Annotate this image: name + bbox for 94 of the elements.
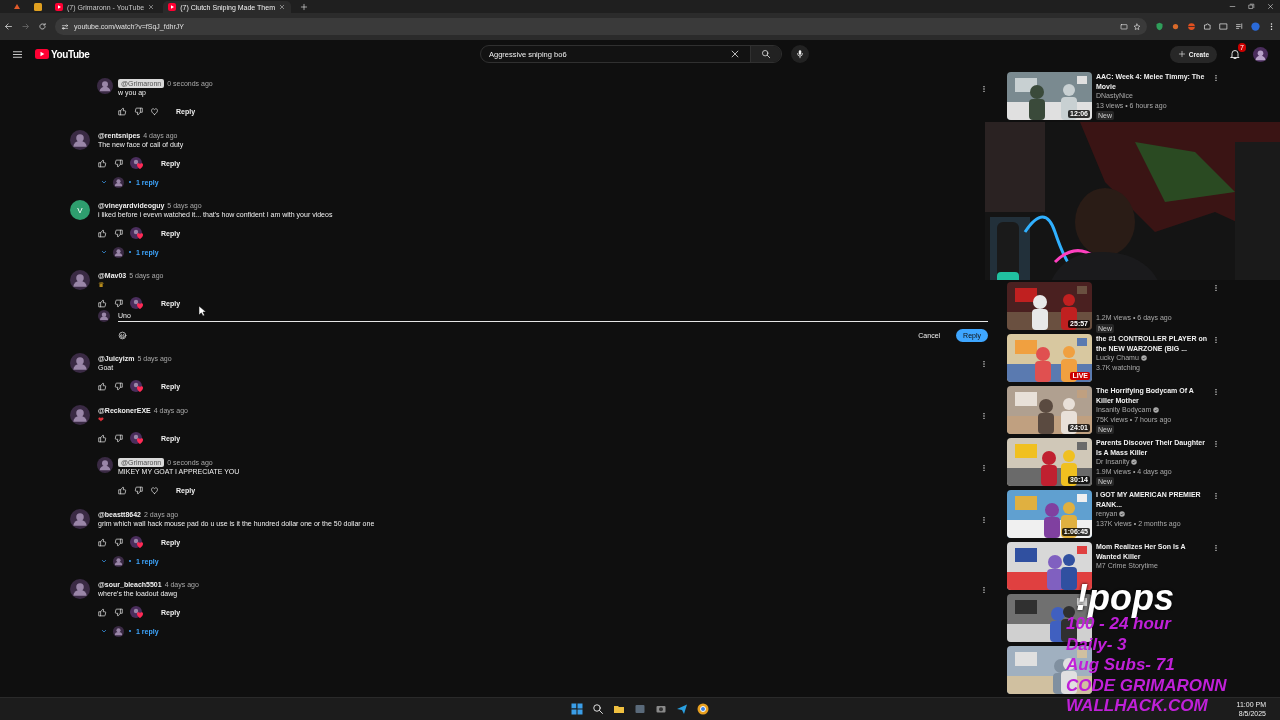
browser-icon[interactable]	[697, 703, 709, 715]
more-icon[interactable]	[1212, 336, 1220, 344]
avatar-icon	[113, 555, 124, 567]
dislike-icon[interactable]	[134, 485, 143, 495]
notifications-icon[interactable]	[1229, 48, 1241, 60]
like-icon[interactable]	[98, 607, 107, 617]
avatar-icon	[70, 130, 90, 150]
avatar-icon: V	[70, 200, 90, 220]
minimize-icon[interactable]	[1229, 3, 1236, 10]
like-icon[interactable]	[98, 298, 107, 308]
extension-icon[interactable]	[1187, 22, 1196, 31]
avatar-icon	[70, 509, 90, 529]
star-icon[interactable]	[1133, 22, 1141, 31]
more-icon[interactable]	[980, 464, 988, 472]
more-icon[interactable]	[980, 586, 988, 594]
folder-icon[interactable]	[613, 703, 625, 715]
chevron-down-icon[interactable]	[100, 557, 108, 565]
more-icon[interactable]	[1212, 74, 1220, 82]
search-icon[interactable]	[761, 49, 771, 59]
like-icon[interactable]	[98, 228, 107, 238]
new-tab-icon[interactable]	[300, 2, 308, 11]
avatar-icon	[70, 579, 90, 599]
media-icon[interactable]	[1235, 22, 1244, 31]
favicon-icon	[13, 3, 21, 11]
like-icon[interactable]	[98, 433, 107, 443]
clear-icon[interactable]	[730, 49, 740, 59]
heart-icon[interactable]	[150, 485, 159, 495]
site-info-icon[interactable]	[61, 22, 69, 31]
heart-icon[interactable]	[150, 106, 159, 116]
more-icon[interactable]	[1212, 544, 1220, 552]
dislike-icon[interactable]	[114, 158, 123, 168]
dislike-icon[interactable]	[114, 381, 123, 391]
avatar-icon	[70, 353, 90, 373]
avatar-icon	[113, 176, 124, 188]
cast-icon[interactable]	[1120, 22, 1128, 31]
like-icon[interactable]	[98, 381, 107, 391]
avatar-icon	[113, 246, 124, 258]
more-icon[interactable]	[1212, 440, 1220, 448]
plus-icon	[1177, 50, 1186, 58]
avatar-icon	[70, 405, 90, 425]
close-icon[interactable]	[148, 4, 155, 10]
avatar-icon	[113, 625, 124, 637]
dislike-icon[interactable]	[114, 228, 123, 238]
favicon-icon	[55, 3, 63, 11]
like-icon[interactable]	[118, 485, 127, 495]
more-icon[interactable]	[980, 85, 988, 93]
avatar-icon	[98, 310, 110, 322]
close-icon[interactable]	[1267, 3, 1274, 10]
more-icon[interactable]	[980, 412, 988, 420]
overlay-text: WALLHACK.COM	[1066, 696, 1208, 717]
like-icon[interactable]	[98, 537, 107, 547]
more-icon[interactable]	[1212, 388, 1220, 396]
like-icon[interactable]	[118, 106, 127, 116]
dislike-icon[interactable]	[114, 298, 123, 308]
avatar-icon	[70, 270, 90, 290]
tab-search-icon[interactable]	[1219, 22, 1228, 31]
dislike-icon[interactable]	[114, 607, 123, 617]
profile-icon[interactable]	[1251, 22, 1260, 31]
chevron-down-icon[interactable]	[100, 248, 108, 256]
play-logo-icon	[35, 49, 49, 59]
avatar-icon[interactable]	[1253, 46, 1268, 62]
more-icon[interactable]	[1212, 492, 1220, 500]
extension-icon[interactable]	[1171, 22, 1180, 31]
close-icon[interactable]	[279, 4, 285, 10]
voice-search-button[interactable]	[791, 45, 809, 63]
chevron-down-icon[interactable]	[100, 178, 108, 186]
dislike-icon[interactable]	[114, 433, 123, 443]
back-icon[interactable]	[4, 22, 13, 31]
dislike-icon[interactable]	[114, 537, 123, 547]
paper-plane-icon[interactable]	[676, 703, 688, 715]
mic-icon	[795, 49, 805, 59]
youtube-logo[interactable]: YouTube	[35, 48, 90, 60]
search-icon[interactable]	[592, 703, 604, 715]
chevron-down-icon[interactable]	[100, 627, 108, 635]
shield-icon[interactable]	[1155, 22, 1164, 31]
like-icon[interactable]	[98, 158, 107, 168]
favicon-icon	[34, 3, 42, 11]
emoji-icon[interactable]	[118, 331, 127, 340]
avatar-icon	[97, 457, 113, 473]
more-icon[interactable]	[980, 516, 988, 524]
menu-icon[interactable]	[12, 48, 23, 60]
overlay-text: Daily- 3	[1066, 634, 1127, 655]
reload-icon[interactable]	[38, 22, 47, 31]
avatar-icon	[97, 78, 113, 94]
more-icon[interactable]	[980, 360, 988, 368]
favicon-icon	[168, 3, 177, 11]
camera-icon[interactable]	[655, 703, 667, 715]
restore-icon[interactable]	[1248, 3, 1255, 10]
puzzle-icon[interactable]	[1203, 22, 1212, 31]
more-icon[interactable]	[1212, 284, 1220, 292]
dislike-icon[interactable]	[134, 106, 143, 116]
window-icon[interactable]	[634, 703, 646, 715]
mouse-cursor-icon	[199, 306, 206, 316]
start-icon[interactable]	[571, 703, 583, 715]
